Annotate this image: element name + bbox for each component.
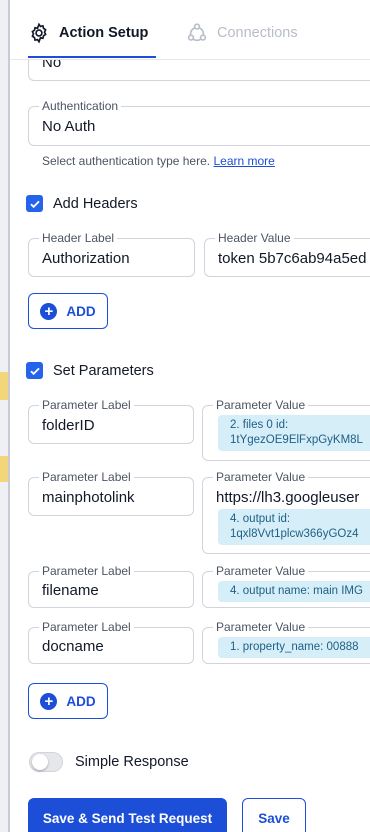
parameter-label-value: docname bbox=[42, 638, 104, 655]
header-label-caption: Header Label bbox=[39, 232, 118, 245]
variable-chip[interactable]: 4. output id: 1qxl8Vvt1plcw366yGOz4 bbox=[218, 509, 370, 545]
add-headers-checkbox-row[interactable]: Add Headers bbox=[26, 195, 138, 212]
header-value-value: token 5b7c6ab94a5ed bbox=[218, 250, 367, 267]
header-label-field[interactable]: Header Label Authorization bbox=[28, 232, 195, 277]
previous-select-value: No bbox=[42, 60, 62, 71]
simple-response-toggle[interactable] bbox=[29, 752, 63, 772]
parameter-label-caption: Parameter Label bbox=[39, 399, 134, 412]
parameter-label-field[interactable]: Parameter Label docname bbox=[28, 621, 194, 664]
plus-icon: + bbox=[40, 692, 58, 710]
parameter-label-field[interactable]: Parameter Label filename bbox=[28, 565, 194, 608]
parameter-label-caption: Parameter Label bbox=[39, 565, 134, 578]
toggle-knob bbox=[32, 754, 48, 770]
tab-action-setup[interactable]: Action Setup bbox=[28, 22, 148, 44]
tab-connections-label: Connections bbox=[217, 25, 298, 41]
set-parameters-checkbox[interactable] bbox=[26, 362, 43, 379]
parameter-label-value: filename bbox=[42, 582, 99, 599]
parameter-value-caption: Parameter Value bbox=[213, 471, 309, 484]
add-header-label: ADD bbox=[66, 303, 96, 319]
variable-chip[interactable]: 4. output name: main IMG bbox=[218, 581, 370, 602]
parameter-value-text: https://lh3.googleuser bbox=[216, 489, 360, 506]
tab-bar: Action Setup Connections bbox=[10, 0, 370, 60]
check-icon bbox=[29, 367, 40, 375]
add-headers-checkbox[interactable] bbox=[26, 195, 43, 212]
add-parameter-button[interactable]: + ADD bbox=[28, 683, 108, 719]
parameter-label-field[interactable]: Parameter Label mainphotolink bbox=[28, 471, 194, 516]
parameter-value-caption: Parameter Value bbox=[213, 565, 309, 578]
save-and-send-test-button[interactable]: Save & Send Test Request bbox=[28, 798, 227, 832]
parameter-label-caption: Parameter Label bbox=[39, 471, 134, 484]
active-tab-indicator bbox=[28, 56, 156, 58]
variable-chip[interactable]: 1. property_name: 00888 bbox=[218, 637, 370, 658]
set-parameters-checkbox-row[interactable]: Set Parameters bbox=[26, 362, 154, 379]
learn-more-link[interactable]: Learn more bbox=[213, 154, 274, 168]
header-value-field[interactable]: Header Value token 5b7c6ab94a5ed bbox=[204, 232, 370, 277]
add-header-button[interactable]: + ADD bbox=[28, 293, 108, 329]
simple-response-label: Simple Response bbox=[75, 754, 189, 770]
add-parameter-label: ADD bbox=[66, 693, 96, 709]
parameter-value-field[interactable]: Parameter Value 2. files 0 id: 1tYgezOE9… bbox=[202, 399, 370, 461]
authentication-helper: Select authentication type here. Learn m… bbox=[42, 154, 275, 168]
authentication-helper-text: Select authentication type here. bbox=[42, 154, 211, 168]
previous-select-field[interactable]: No bbox=[28, 60, 370, 81]
header-label-value: Authorization bbox=[42, 250, 130, 267]
set-parameters-label: Set Parameters bbox=[53, 362, 154, 379]
save-button[interactable]: Save bbox=[242, 798, 306, 832]
parameter-value-field[interactable]: Parameter Value 1. property_name: 00888 bbox=[202, 621, 370, 664]
header-value-caption: Header Value bbox=[215, 232, 294, 245]
authentication-value: No Auth bbox=[42, 118, 96, 135]
authentication-select[interactable]: Authentication No Auth bbox=[28, 100, 370, 146]
gear-icon bbox=[31, 22, 47, 44]
parameter-label-caption: Parameter Label bbox=[39, 621, 134, 634]
parameter-value-field[interactable]: Parameter Value 4. output name: main IMG bbox=[202, 565, 370, 608]
tab-action-setup-label: Action Setup bbox=[59, 25, 149, 41]
connections-icon bbox=[187, 23, 207, 42]
parameter-label-field[interactable]: Parameter Label folderID bbox=[28, 399, 194, 444]
parameter-value-field[interactable]: Parameter Value https://lh3.googleuser 4… bbox=[202, 471, 370, 554]
parameter-value-caption: Parameter Value bbox=[213, 399, 309, 412]
parameter-label-value: mainphotolink bbox=[42, 489, 135, 506]
tab-connections[interactable]: Connections bbox=[186, 22, 298, 44]
authentication-label: Authentication bbox=[39, 100, 122, 113]
variable-chip[interactable]: 2. files 0 id: 1tYgezOE9ElFxpGyKM8L bbox=[218, 415, 370, 451]
plus-icon: + bbox=[40, 302, 58, 320]
check-icon bbox=[29, 200, 40, 208]
parameter-label-value: folderID bbox=[42, 417, 95, 434]
add-headers-label: Add Headers bbox=[53, 195, 138, 212]
form-scroll-area: No Authentication No Auth Select authent… bbox=[0, 60, 370, 832]
parameter-value-caption: Parameter Value bbox=[213, 621, 309, 634]
